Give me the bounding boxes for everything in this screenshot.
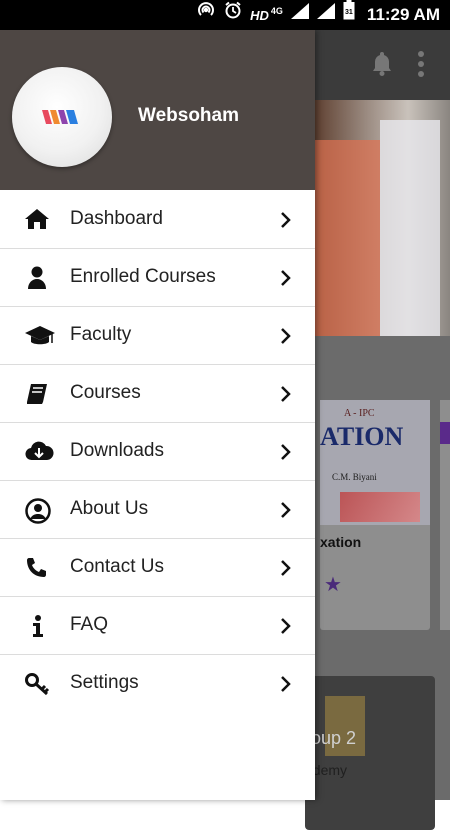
cover-author-text: C.M. Biyani [332, 472, 377, 482]
phone-icon [24, 556, 52, 580]
menu-item-downloads[interactable]: Downloads [0, 423, 315, 481]
menu-item-faq[interactable]: FAQ [0, 597, 315, 655]
network-badge: 4G [270, 6, 283, 16]
cover-top-text: A - IPC [344, 408, 375, 419]
star-icon: ★ [324, 574, 342, 596]
menu-item-courses[interactable]: Courses [0, 365, 315, 423]
course-card[interactable]: A - IPC ATION C.M. Biyani xation ★ [320, 400, 430, 630]
menu-item-label: Courses [70, 382, 141, 403]
chevron-right-icon [280, 327, 292, 345]
menu-item-label: Downloads [70, 440, 164, 461]
course-card-edge [440, 400, 450, 630]
menu-item-label: Faculty [70, 324, 132, 345]
battery-level: 31 [345, 8, 353, 16]
signal-icon [290, 0, 309, 30]
chevron-right-icon [280, 617, 292, 635]
menu-item-label: About Us [70, 498, 149, 519]
course-card-2[interactable]: roup 2 ademy [305, 676, 435, 830]
chevron-right-icon [280, 675, 292, 693]
chevron-right-icon [280, 559, 292, 577]
menu-item-dashboard[interactable]: Dashboard [0, 191, 315, 249]
menu-item-label: Settings [70, 672, 139, 693]
chevron-right-icon [280, 211, 292, 229]
notification-bell-icon[interactable] [370, 50, 394, 76]
signal-icon-2 [316, 0, 335, 30]
book-icon [24, 382, 52, 406]
navigation-drawer: Websoham Dashboard Enrolled Courses Facu… [0, 30, 315, 800]
menu-item-faculty[interactable]: Faculty [0, 307, 315, 365]
menu-item-label: Contact Us [70, 556, 164, 577]
status-bar: HD 4G 31 11:29 AM [0, 0, 450, 30]
chevron-right-icon [280, 385, 292, 403]
person-icon [24, 266, 52, 290]
key-icon [24, 672, 52, 696]
username: Websoham [138, 105, 240, 126]
course-card-title: xation [320, 534, 362, 550]
app-logo-icon [42, 110, 78, 124]
menu-item-about-us[interactable]: About Us [0, 481, 315, 539]
graduation-cap-icon [24, 324, 55, 348]
cloud-download-icon [24, 440, 54, 464]
menu-item-settings[interactable]: Settings [0, 655, 315, 713]
clock: 11:29 AM [366, 5, 440, 24]
menu-item-contact-us[interactable]: Contact Us [0, 539, 315, 597]
info-icon [24, 614, 52, 638]
drawer-header: Websoham [0, 30, 315, 190]
chevron-right-icon [280, 443, 292, 461]
hotspot-icon [196, 0, 216, 30]
alarm-icon [224, 0, 242, 30]
banner-image [310, 100, 450, 340]
network-type-label: HD [250, 7, 269, 23]
chevron-right-icon [280, 269, 292, 287]
drawer-menu: Dashboard Enrolled Courses Faculty Cours… [0, 191, 315, 713]
battery-icon: 31 [343, 0, 355, 31]
course-cover-image: A - IPC ATION C.M. Biyani [320, 400, 430, 525]
menu-item-label: Dashboard [70, 208, 163, 229]
menu-item-enrolled-courses[interactable]: Enrolled Courses [0, 249, 315, 307]
more-options-icon[interactable] [416, 50, 426, 78]
cover-title-text: ATION [320, 422, 404, 451]
menu-item-label: FAQ [70, 614, 109, 635]
menu-item-label: Enrolled Courses [70, 266, 216, 287]
user-circle-icon [24, 498, 52, 524]
home-icon [24, 208, 52, 232]
chevron-right-icon [280, 501, 292, 519]
avatar[interactable] [12, 67, 112, 167]
